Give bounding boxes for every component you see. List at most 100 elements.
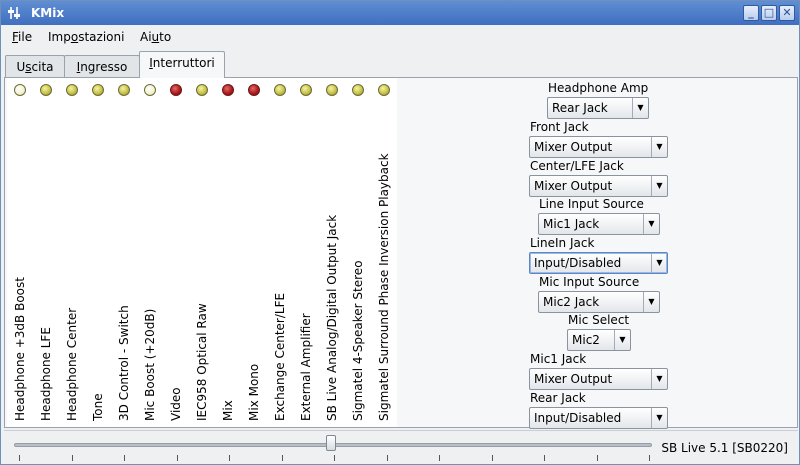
switch-led[interactable]: [196, 84, 208, 96]
kmix-window: KMix _ □ ✕ File Impostazioni Aiuto Uscit…: [0, 0, 800, 465]
enum-value: Mixer Output: [534, 179, 613, 193]
enum-label: Rear Jack: [530, 391, 586, 405]
switch-led[interactable]: [274, 84, 286, 96]
dropdown-arrow-icon[interactable]: ▼: [651, 253, 667, 273]
slider-tick: [544, 455, 545, 461]
slider-tick: [649, 455, 650, 461]
switch-column[interactable]: Mix: [215, 78, 241, 427]
switch-label: Mix: [221, 400, 235, 421]
switch-column[interactable]: SB Live Analog/Digital Output Jack: [319, 78, 345, 427]
master-volume-bar: SB Live 5.1 [SB0220]: [4, 430, 798, 463]
switch-column[interactable]: Exchange Center/LFE: [267, 78, 293, 427]
enum-select[interactable]: Mic2 Jack ▼: [538, 291, 660, 313]
dropdown-arrow-icon[interactable]: ▼: [632, 98, 648, 118]
switch-led[interactable]: [378, 84, 390, 96]
title-bar[interactable]: KMix _ □ ✕: [1, 1, 799, 25]
tab-uscita[interactable]: Uscita: [5, 55, 65, 79]
enum-select[interactable]: Mic1 Jack ▼: [538, 213, 660, 235]
switch-label: Sigmatel 4-Speaker Stereo: [351, 260, 365, 421]
dropdown-arrow-icon[interactable]: ▼: [651, 369, 667, 389]
switch-label: 3D Control - Switch: [117, 305, 131, 421]
switch-column[interactable]: 3D Control - Switch: [111, 78, 137, 427]
switch-column[interactable]: Mic Boost (+20dB): [137, 78, 163, 427]
enum-value: Mixer Output: [534, 372, 613, 386]
minimize-button[interactable]: _: [743, 5, 759, 21]
menu-file[interactable]: File: [12, 30, 32, 44]
menu-impostazioni[interactable]: Impostazioni: [48, 30, 124, 44]
slider-tick: [596, 455, 598, 461]
dropdown-arrow-icon[interactable]: ▼: [651, 137, 667, 157]
enum-value: Mic1 Jack: [543, 217, 600, 231]
switch-column[interactable]: External Amplifier: [293, 78, 319, 427]
switch-column[interactable]: Sigmatel Surround Phase Inversion Playba…: [371, 78, 397, 427]
switch-led[interactable]: [352, 84, 364, 96]
switch-led[interactable]: [92, 84, 104, 96]
slider-tick: [281, 455, 283, 461]
slider-tick: [229, 455, 230, 461]
switch-column[interactable]: Video: [163, 78, 189, 427]
switch-led[interactable]: [326, 84, 338, 96]
slider-tick: [71, 455, 73, 461]
switch-label: Exchange Center/LFE: [273, 292, 287, 421]
switch-led[interactable]: [300, 84, 312, 96]
switch-column[interactable]: IEC958 Optical Raw: [189, 78, 215, 427]
enum-label: Center/LFE Jack: [530, 159, 624, 173]
tab-ingresso[interactable]: Ingresso: [64, 55, 140, 79]
enum-label: Headphone Amp: [548, 81, 649, 95]
switch-label: Tone: [91, 393, 105, 421]
switch-column[interactable]: Headphone Center: [59, 78, 85, 427]
enum-select[interactable]: Mixer Output ▼: [529, 175, 668, 197]
switch-column[interactable]: Headphone LFE: [33, 78, 59, 427]
enum-value: Rear Jack: [552, 101, 608, 115]
maximize-button[interactable]: □: [761, 5, 777, 21]
slider-tick: [491, 455, 493, 461]
switch-label: IEC958 Optical Raw: [195, 303, 209, 421]
dropdown-arrow-icon[interactable]: ▼: [643, 214, 659, 234]
switch-column[interactable]: Sigmatel 4-Speaker Stereo: [345, 78, 371, 427]
switch-led[interactable]: [118, 84, 130, 96]
switch-column[interactable]: Headphone +3dB Boost: [7, 78, 33, 427]
master-volume-handle[interactable]: [326, 435, 336, 451]
tab-interruttori[interactable]: Interruttori: [139, 51, 225, 78]
enum-value: Mic2: [572, 333, 600, 347]
mixer-app-icon: [8, 7, 20, 19]
enum-value: Input/Disabled: [534, 411, 622, 425]
enum-label: Line Input Source: [539, 197, 644, 211]
slider-tick: [19, 455, 20, 461]
enum-value: Mixer Output: [534, 140, 613, 154]
switch-label: Mic Boost (+20dB): [143, 308, 157, 421]
enum-select[interactable]: Mixer Output ▼: [529, 136, 668, 158]
slider-tick: [439, 455, 440, 461]
enum-select[interactable]: Rear Jack ▼: [547, 97, 649, 119]
enum-select[interactable]: Input/Disabled ▼: [529, 252, 668, 274]
switch-label: Headphone LFE: [39, 327, 53, 421]
switch-led[interactable]: [222, 84, 234, 96]
switch-label: Video: [169, 387, 183, 421]
switch-label: Mix Mono: [247, 363, 261, 421]
switch-led[interactable]: [14, 84, 26, 96]
close-button[interactable]: ✕: [779, 5, 795, 21]
enum-label: Mic Select: [568, 313, 630, 327]
switch-column[interactable]: Tone: [85, 78, 111, 427]
enum-select[interactable]: Mixer Output ▼: [529, 368, 668, 390]
switch-label: Headphone +3dB Boost: [13, 277, 27, 421]
dropdown-arrow-icon[interactable]: ▼: [643, 292, 659, 312]
switch-label: Headphone Center: [65, 307, 79, 421]
dropdown-arrow-icon[interactable]: ▼: [651, 408, 667, 428]
enum-select[interactable]: Input/Disabled ▼: [529, 407, 668, 429]
dropdown-arrow-icon[interactable]: ▼: [614, 330, 630, 350]
enum-value: Mic2 Jack: [543, 295, 600, 309]
slider-tick: [334, 455, 335, 461]
switch-led[interactable]: [170, 84, 182, 96]
switch-led[interactable]: [40, 84, 52, 96]
switch-led[interactable]: [144, 84, 156, 96]
switch-led[interactable]: [248, 84, 260, 96]
slider-tick: [176, 455, 178, 461]
menu-aiuto[interactable]: Aiuto: [140, 30, 171, 44]
switch-column[interactable]: Mix Mono: [241, 78, 267, 427]
switches-panel: Headphone +3dB Boost Headphone LFE Headpho…: [4, 77, 798, 429]
switch-led[interactable]: [66, 84, 78, 96]
window-title: KMix: [31, 6, 65, 20]
dropdown-arrow-icon[interactable]: ▼: [651, 176, 667, 196]
enum-select[interactable]: Mic2 ▼: [567, 329, 631, 351]
